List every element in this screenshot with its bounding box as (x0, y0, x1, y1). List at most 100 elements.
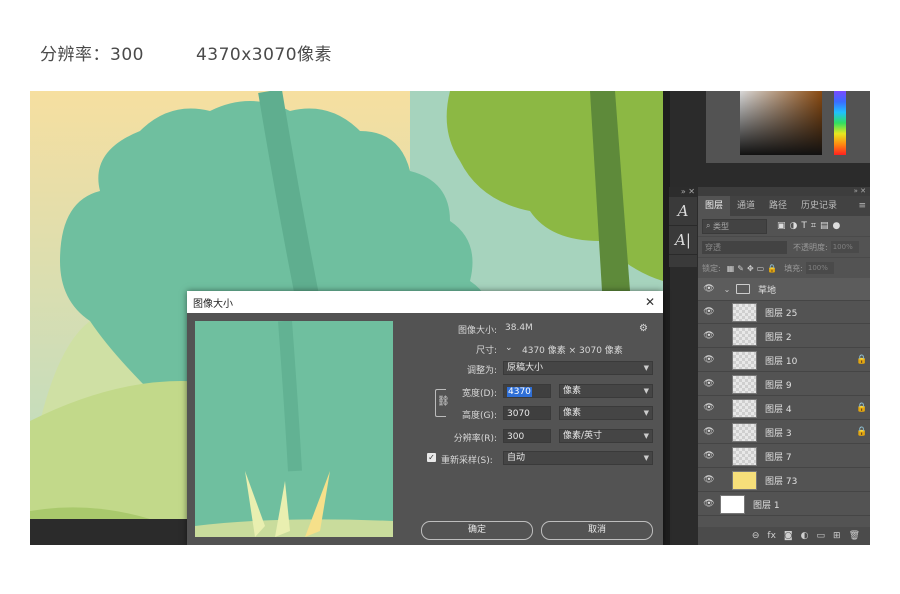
resample-label: 重新采样(S): (441, 456, 493, 466)
shape-filter-icon[interactable]: ⌗ (811, 221, 816, 231)
eye-icon[interactable]: 👁 (698, 499, 720, 509)
color-field[interactable] (740, 91, 822, 155)
panel-strip-controls[interactable]: » ✕ (669, 187, 697, 197)
dimensions-value: 4370 像素 × 3070 像素 (522, 346, 623, 356)
chevron-down-icon[interactable]: ⌄ (505, 343, 513, 353)
image-preview[interactable] (195, 321, 393, 537)
tab-layers[interactable]: 图层 (698, 196, 731, 216)
layer-name: 图层 3 (765, 428, 792, 439)
layer-row[interactable]: 👁 图层 2 (698, 325, 870, 348)
layer-group-grass[interactable]: 👁 ⌄ 草地 (698, 278, 870, 301)
height-input[interactable]: 3070 (503, 406, 551, 420)
eye-icon[interactable]: 👁 (698, 403, 720, 413)
height-unit-value: 像素 (563, 408, 582, 418)
dimensions-label: 尺寸: (475, 346, 497, 356)
folder-icon (736, 284, 750, 294)
width-input[interactable]: 4370 (503, 384, 551, 398)
width-unit-select[interactable]: 像素 ▼ (559, 384, 653, 398)
canvas-scroll-gutter (663, 91, 670, 545)
eye-icon[interactable]: 👁 (698, 475, 720, 485)
resolution-unit-value: 像素/英寸 (563, 431, 603, 441)
layer-row[interactable]: 👁 图层 3 🔒 (698, 421, 870, 444)
resolution-caption: 分辨率：300 4370x3070像素 (40, 40, 332, 65)
layers-panel-grip[interactable]: » ✕ (698, 187, 870, 196)
layer-row[interactable]: 👁 图层 9 (698, 373, 870, 396)
opacity-label: 不透明度: (793, 242, 828, 252)
lock-icons[interactable]: ▦✎✥▭🔒 (727, 264, 780, 273)
layer-row[interactable]: 👁 图层 10 🔒 (698, 349, 870, 372)
link-icon[interactable]: ⊖ (752, 531, 760, 541)
eye-icon[interactable]: 👁 (698, 451, 720, 461)
layer-thumbnail (732, 470, 757, 490)
layer-thumbnail (720, 494, 745, 514)
search-icon: ⌕ (706, 221, 711, 230)
paragraph-panel-icon[interactable]: A| (669, 226, 697, 255)
width-label: 宽度(D): (462, 389, 497, 399)
tab-channels[interactable]: 通道 (730, 196, 762, 216)
filter-toggle-icon[interactable]: ● (832, 221, 840, 231)
layers-panel: » ✕ 图层 通道 路径 历史记录 ≡ ⌕ 类型 ▣ ◑ T ⌗ ▤ ● 穿透 … (698, 187, 870, 545)
tab-paths[interactable]: 路径 (762, 196, 794, 216)
chevron-down-icon: ▼ (643, 454, 649, 462)
layer-row[interactable]: 👁 图层 25 (698, 301, 870, 324)
ok-button[interactable]: 确定 (421, 521, 533, 540)
eye-icon[interactable]: 👁 (698, 355, 720, 365)
fx-icon[interactable]: fx (767, 531, 776, 541)
resolution-input[interactable]: 300 (503, 429, 551, 443)
lock-icon: 🔒 (856, 427, 868, 437)
resample-select[interactable]: 自动 ▼ (503, 451, 653, 465)
smart-object-filter-icon[interactable]: ▤ (820, 221, 829, 231)
dialog-title: 图像大小 (193, 298, 233, 310)
layer-row[interactable]: 👁 图层 7 (698, 445, 870, 468)
resample-checkbox[interactable]: ✓ (427, 453, 436, 462)
tab-history[interactable]: 历史记录 (794, 196, 844, 216)
layer-row[interactable]: 👁 图层 73 (698, 469, 870, 492)
layer-filter-row: ⌕ 类型 ▣ ◑ T ⌗ ▤ ● (698, 216, 870, 237)
layer-group-name: 草地 (758, 285, 777, 296)
adjustment-filter-icon[interactable]: ◑ (790, 221, 798, 231)
resolution-text: 分辨率：300 (40, 45, 144, 65)
fill-field[interactable]: 100% (805, 262, 834, 274)
eye-icon[interactable]: 👁 (698, 379, 720, 389)
panel-menu-icon[interactable]: ≡ (854, 196, 870, 216)
adjustment-icon[interactable]: ◐ (801, 531, 809, 541)
resolution-unit-select[interactable]: 像素/英寸 ▼ (559, 429, 653, 443)
eye-icon[interactable]: 👁 (698, 307, 720, 317)
filter-icons: ▣ ◑ T ⌗ ▤ ● (777, 221, 840, 231)
layer-row[interactable]: 👁 图层 1 (698, 493, 870, 516)
gear-icon[interactable]: ⚙ (639, 323, 648, 334)
eye-icon[interactable]: 👁 (698, 331, 720, 341)
color-picker-panel (706, 91, 870, 163)
lock-fill-row: 锁定: ▦✎✥▭🔒 填充: 100% (698, 258, 870, 279)
opacity-field[interactable]: 100% (830, 241, 859, 253)
layer-filter-select[interactable]: ⌕ 类型 (702, 218, 767, 234)
hue-slider[interactable] (834, 91, 846, 155)
height-unit-select[interactable]: 像素 ▼ (559, 406, 653, 420)
lock-icon: 🔒 (856, 403, 868, 413)
trash-icon[interactable]: 🗑 (849, 531, 860, 541)
layer-name: 图层 10 (765, 356, 798, 367)
preview-artwork (195, 321, 393, 537)
image-size-dialog: 图像大小 ✕ 图像大小: 38.4M ⚙ 尺寸: ⌄ 4370 像素 × 307… (187, 291, 663, 545)
resolution-label: 分辨率(R): (453, 434, 497, 444)
fit-to-select[interactable]: 原稿大小 ▼ (503, 361, 653, 375)
collapsed-panel-strip: » ✕ A A| (669, 187, 697, 267)
close-icon[interactable]: ✕ (643, 295, 657, 309)
cancel-button[interactable]: 取消 (541, 521, 653, 540)
chevron-down-icon[interactable]: ⌄ (720, 285, 734, 294)
layer-row[interactable]: 👁 图层 4 🔒 (698, 397, 870, 420)
character-panel-icon[interactable]: A (669, 197, 697, 226)
text-filter-icon[interactable]: T (801, 221, 807, 231)
folder-icon[interactable]: ▭ (817, 531, 826, 541)
layer-thumbnail (732, 350, 757, 370)
eye-icon[interactable]: 👁 (698, 427, 720, 437)
image-filter-icon[interactable]: ▣ (777, 221, 786, 231)
eye-icon[interactable]: 👁 (698, 284, 720, 294)
layer-thumbnail (732, 398, 757, 418)
new-layer-icon[interactable]: ⊞ (833, 531, 841, 541)
filter-type-label: 类型 (713, 221, 730, 231)
blend-mode-select[interactable]: 穿透 (702, 240, 787, 254)
layer-name: 图层 7 (765, 452, 792, 463)
layer-thumbnail (732, 302, 757, 322)
mask-icon[interactable]: ◙ (784, 531, 793, 541)
